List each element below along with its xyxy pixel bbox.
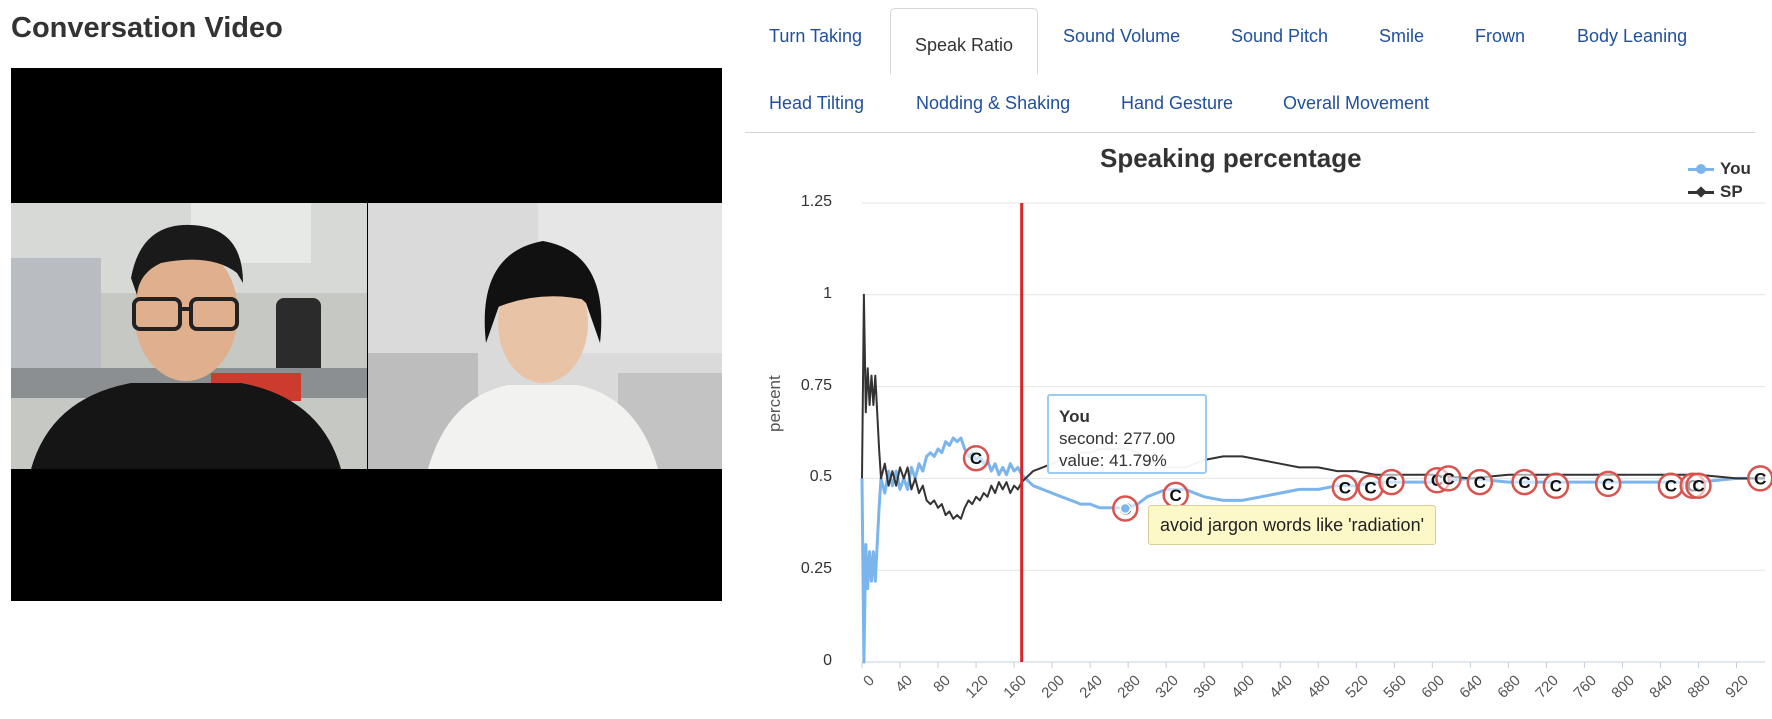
comment-marker-label: C (1385, 473, 1397, 492)
x-tick-label: 640 (1456, 672, 1487, 702)
comment-marker (1594, 470, 1622, 498)
comment-marker (1466, 468, 1494, 496)
comment-marker-label: C (1474, 473, 1486, 492)
comment-marker-label: C (1687, 477, 1699, 496)
x-tick-label: 280 (1114, 672, 1145, 702)
x-tick-label: 320 (1152, 672, 1183, 702)
tab-smile[interactable]: Smile (1379, 26, 1424, 47)
legend-label-sp: SP (1720, 181, 1743, 201)
comment-marker-label: C (1518, 473, 1530, 492)
x-tick-label: 560 (1380, 672, 1411, 702)
x-tick-label: 200 (1038, 672, 1069, 702)
x-tick-label: 0 (860, 672, 879, 690)
comment-marker (1112, 495, 1139, 522)
office-scene-right (368, 203, 722, 469)
comment-marker (1331, 474, 1359, 501)
video-frame-sp (368, 203, 722, 469)
x-tick-label: 880 (1684, 672, 1715, 702)
y-tick-label: 1.25 (800, 193, 832, 210)
legend-label-you: You (1720, 158, 1751, 178)
comment-marker (962, 444, 990, 472)
comment-marker-label: C (1364, 479, 1376, 498)
legend-item-sp[interactable]: SP (1688, 180, 1751, 203)
legend-swatch-sp (1688, 185, 1714, 198)
comment-note: avoid jargon words like 'radiation' (1148, 505, 1437, 545)
tooltip-value: value: 41.79% (1059, 451, 1167, 470)
x-tick-label: 440 (1266, 672, 1297, 702)
x-tick-label: 680 (1494, 672, 1525, 702)
tooltip-series: You (1059, 407, 1090, 426)
y-tick-label: 0.5 (809, 468, 832, 486)
comment-marker (1542, 472, 1570, 499)
comment-marker (1435, 465, 1462, 492)
tab-hand-gesture[interactable]: Hand Gesture (1121, 93, 1233, 114)
tab-sound-volume[interactable]: Sound Volume (1063, 26, 1180, 47)
comment-marker-label: C (1431, 471, 1443, 490)
series-line-sp (861, 293, 1765, 520)
series-line-you (860, 436, 1765, 664)
video-player[interactable] (11, 68, 722, 601)
x-tick-label: 760 (1570, 672, 1601, 702)
tooltip-second: second: 277.00 (1059, 429, 1176, 448)
comment-marker-label: C (970, 449, 982, 468)
tab-row-divider (745, 132, 1755, 133)
comment-marker-label: C (1119, 500, 1131, 519)
tab-speak-ratio[interactable]: Speak Ratio (890, 8, 1039, 74)
x-tick-label: 120 (962, 672, 993, 702)
comment-marker-label: C (1692, 477, 1704, 496)
comment-marker (1511, 468, 1538, 496)
tab-head-tilting[interactable]: Head Tilting (769, 93, 864, 114)
x-tick-label: 920 (1722, 672, 1753, 702)
comment-marker-label: C (1665, 477, 1677, 496)
comment-marker-label: C (1754, 469, 1766, 488)
data-point-tooltip: You second: 277.00 value: 41.79% (1047, 394, 1207, 474)
comment-marker (1378, 468, 1405, 496)
office-scene-left (11, 203, 367, 469)
tab-body-leaning[interactable]: Body Leaning (1577, 26, 1687, 47)
comment-marker-label: C (1602, 475, 1614, 494)
highlighted-point (1119, 502, 1132, 515)
video-frame-you (11, 203, 367, 469)
comment-marker (1657, 472, 1685, 499)
x-tick-label: 40 (892, 672, 917, 696)
x-tick-label: 800 (1608, 672, 1639, 702)
tab-turn-taking[interactable]: Turn Taking (769, 26, 862, 47)
chart-title: Speaking percentage (1100, 143, 1362, 173)
comment-marker (1423, 466, 1451, 494)
legend-item-you[interactable]: You (1688, 157, 1751, 180)
comment-marker (1685, 472, 1712, 499)
x-tick-label: 840 (1646, 672, 1677, 702)
comment-marker (1357, 474, 1384, 501)
legend-swatch-you (1688, 163, 1714, 175)
tab-frown[interactable]: Frown (1475, 26, 1525, 47)
comment-marker (1162, 481, 1189, 509)
y-tick-label: 0.75 (800, 376, 832, 394)
comment-marker-label: C (1442, 469, 1454, 488)
x-tick-label: 240 (1076, 672, 1107, 702)
x-tick-label: 160 (1000, 672, 1031, 702)
tab-overall-movement[interactable]: Overall Movement (1283, 93, 1429, 114)
tab-nodding-shaking[interactable]: Nodding & Shaking (916, 93, 1070, 114)
y-tick-label: 1 (823, 284, 832, 302)
comment-marker (1747, 465, 1772, 492)
comment-marker (1679, 472, 1707, 499)
x-tick-label: 600 (1418, 672, 1449, 702)
page-title: Conversation Video (11, 12, 283, 44)
comment-marker-label: C (1170, 486, 1182, 505)
comment-marker-label: C (1339, 479, 1351, 498)
tab-sound-pitch[interactable]: Sound Pitch (1231, 26, 1328, 47)
comment-marker-label: C (1550, 477, 1562, 496)
x-tick-label: 720 (1532, 672, 1563, 702)
x-tick-label: 400 (1228, 672, 1259, 702)
x-tick-label: 360 (1190, 672, 1221, 702)
x-tick-label: 520 (1342, 672, 1373, 702)
x-tick-label: 80 (930, 672, 955, 696)
y-tick-label: 0 (823, 652, 832, 669)
x-tick-label: 480 (1304, 672, 1335, 702)
chart-legend: You SP (1688, 157, 1751, 203)
y-tick-label: 0.25 (800, 560, 832, 578)
